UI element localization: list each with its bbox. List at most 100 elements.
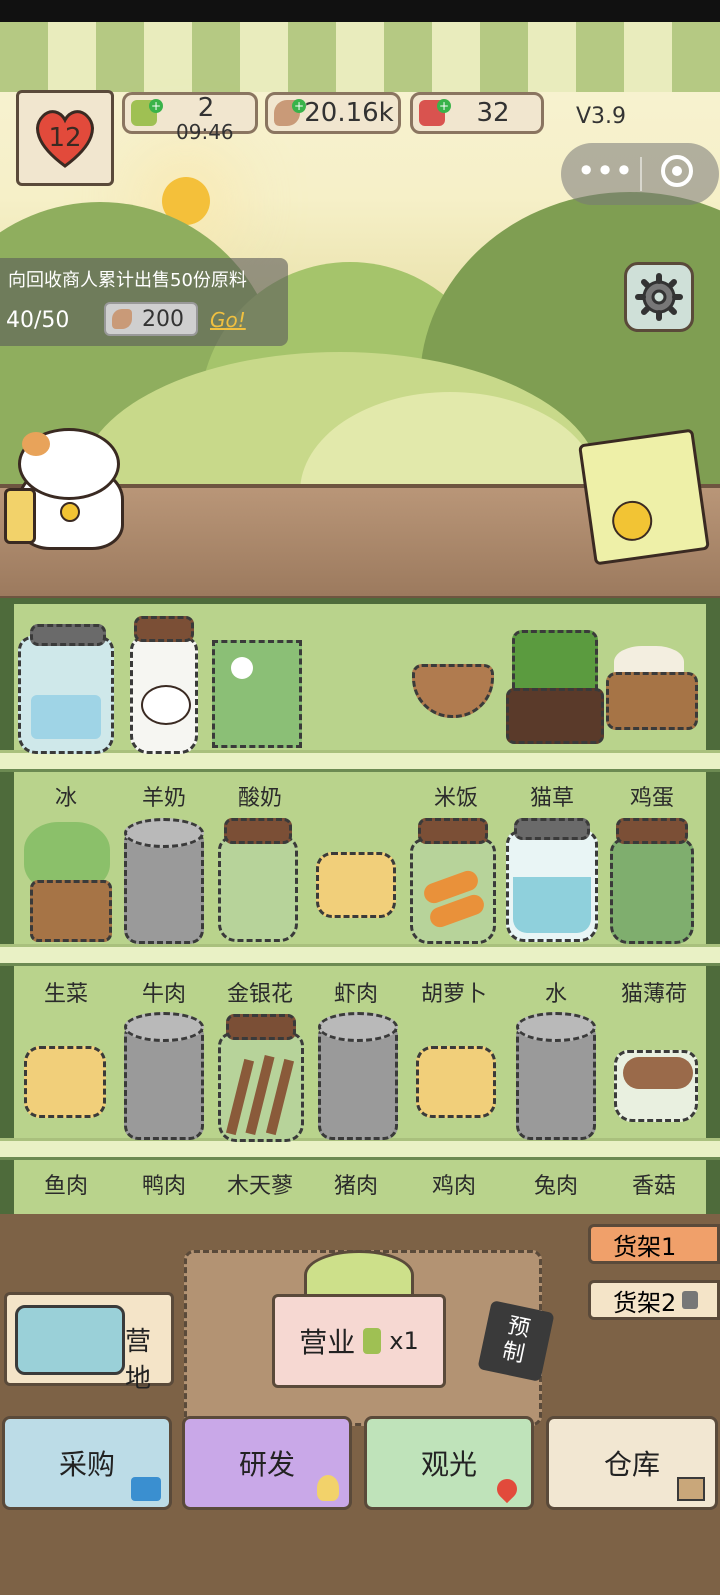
tab-shelf-2-label: 货架2 xyxy=(613,1288,677,1317)
item-label: 鸭肉 xyxy=(141,1174,186,1199)
nav-buy-button[interactable]: 采购 xyxy=(2,1416,172,1510)
item-label: 猫草 xyxy=(529,786,574,811)
item-label: 金银花 xyxy=(226,982,293,1007)
item-label: 虾肉 xyxy=(333,982,378,1007)
item-label: 木天蓼 xyxy=(226,1174,293,1199)
ticket-count: 2 xyxy=(197,93,215,123)
shelf-plank-1 xyxy=(0,750,720,772)
nav-research-label: 研发 xyxy=(238,1448,295,1481)
item-label: 羊奶 xyxy=(141,786,186,811)
quest-text: 向回收商人累计出售50份原料 xyxy=(8,270,247,291)
lucky-cat[interactable] xyxy=(4,428,130,550)
lightbulb-icon xyxy=(317,1475,339,1501)
item-label: 鸡肉 xyxy=(431,1174,476,1199)
egg-basket[interactable] xyxy=(606,646,698,730)
ticket-timer: 09:46 xyxy=(176,120,234,144)
silvervine-lid xyxy=(226,1014,296,1040)
tab-shelf-1-label: 货架1 xyxy=(613,1232,677,1261)
quest-panel: 向回收商人累计出售50份原料 40/50 200 Go! xyxy=(0,258,288,346)
fish-count: 20.16k xyxy=(304,98,394,128)
camp-label: 营地 xyxy=(125,1327,152,1394)
nav-tour-button[interactable]: 观光 xyxy=(364,1416,534,1510)
ticket-icon xyxy=(363,1328,382,1354)
item-label: 冰 xyxy=(54,786,77,811)
yogurt-carton[interactable] xyxy=(212,640,302,748)
quest-progress: 40/50 xyxy=(6,308,70,333)
miniprogram-capsule: ••• xyxy=(561,143,719,205)
honeysuckle-lid xyxy=(224,818,292,844)
item-label: 生菜 xyxy=(43,982,88,1007)
pork-can-lid xyxy=(318,1012,398,1042)
camper-van-icon xyxy=(15,1305,125,1375)
chicken-tin[interactable] xyxy=(416,1046,496,1118)
business-multiplier: x1 xyxy=(389,1327,419,1355)
carrot-jar-lid xyxy=(418,818,488,844)
ice-jar-lid xyxy=(30,624,106,646)
close-miniprogram-icon[interactable] xyxy=(661,155,693,187)
item-label: 鸡蛋 xyxy=(629,786,674,811)
hearts-count: 12 xyxy=(48,123,82,153)
ice-jar[interactable] xyxy=(18,636,114,754)
item-label: 猫薄荷 xyxy=(620,982,687,1007)
water-jar[interactable] xyxy=(506,830,598,942)
hearts-badge[interactable]: 12 xyxy=(16,90,114,186)
shelf-plank-3 xyxy=(0,1138,720,1160)
catnip-jar-lid xyxy=(616,818,688,844)
item-label: 牛肉 xyxy=(141,982,186,1007)
card-counter[interactable]: + 32 xyxy=(410,92,544,134)
item-label: 猪肉 xyxy=(333,1174,378,1199)
fish-counter[interactable]: + 20.16k xyxy=(265,92,401,134)
business-label: 营业 xyxy=(299,1326,356,1359)
basket-icon xyxy=(131,1477,161,1501)
more-icon[interactable]: ••• xyxy=(575,143,635,205)
goat-milk-lid xyxy=(134,616,194,642)
item-label: 米饭 xyxy=(433,786,478,811)
mushroom-jar[interactable] xyxy=(614,1050,698,1122)
box-icon xyxy=(677,1477,705,1501)
item-label: 兔肉 xyxy=(533,1174,578,1199)
nav-tour-label: 观光 xyxy=(420,1448,477,1481)
item-label: 酸奶 xyxy=(237,786,282,811)
nav-research-button[interactable]: 研发 xyxy=(182,1416,352,1510)
business-button[interactable]: 营业 x1 xyxy=(272,1294,446,1388)
settings-button[interactable] xyxy=(624,262,694,332)
shrimp-tin[interactable] xyxy=(316,852,396,918)
shelf-plank-2 xyxy=(0,944,720,966)
silvervine-jar[interactable] xyxy=(218,1032,304,1142)
honeysuckle-jar[interactable] xyxy=(218,836,298,942)
quest-reward-amount: 200 xyxy=(142,306,184,332)
map-pin-icon xyxy=(492,1474,522,1504)
fish-icon xyxy=(112,309,132,329)
calendar-icon[interactable] xyxy=(578,428,710,566)
item-label: 胡萝卜 xyxy=(420,982,487,1007)
camp-button[interactable]: 营地 xyxy=(4,1292,174,1394)
lock-icon xyxy=(682,1291,699,1309)
goat-milk-jar[interactable] xyxy=(130,636,198,754)
gear-icon xyxy=(635,273,683,321)
quest-reward: 200 xyxy=(104,302,198,336)
carrot-jar[interactable] xyxy=(410,838,496,944)
duck-can-lid xyxy=(124,1012,204,1042)
catnip-jar[interactable] xyxy=(610,838,694,944)
add-fish-icon[interactable]: + xyxy=(292,99,306,113)
status-bar xyxy=(0,0,720,22)
bell-icon xyxy=(304,1250,414,1300)
nav-buy-label: 采购 xyxy=(58,1448,115,1481)
item-label: 香菇 xyxy=(631,1174,676,1199)
quest-go-button[interactable]: Go! xyxy=(210,308,246,332)
add-card-icon[interactable]: + xyxy=(437,99,451,113)
beef-can-lid xyxy=(124,818,204,848)
add-ticket-icon[interactable]: + xyxy=(149,99,163,113)
water-jar-lid xyxy=(514,818,590,840)
fish-tin[interactable] xyxy=(24,1046,106,1118)
prebuild-label: 预制 xyxy=(500,1313,533,1368)
version-label: V3.9 xyxy=(576,104,627,129)
tab-shelf-2[interactable]: 货架2 xyxy=(588,1280,720,1320)
nav-warehouse-button[interactable]: 仓库 xyxy=(546,1416,718,1510)
cat-grass-pot[interactable] xyxy=(506,630,604,744)
lettuce-basket[interactable] xyxy=(20,822,112,942)
tab-shelf-1[interactable]: 货架1 xyxy=(588,1224,720,1264)
item-label: 水 xyxy=(544,982,567,1007)
nav-warehouse-label: 仓库 xyxy=(603,1448,660,1481)
rabbit-can-lid xyxy=(516,1012,596,1042)
